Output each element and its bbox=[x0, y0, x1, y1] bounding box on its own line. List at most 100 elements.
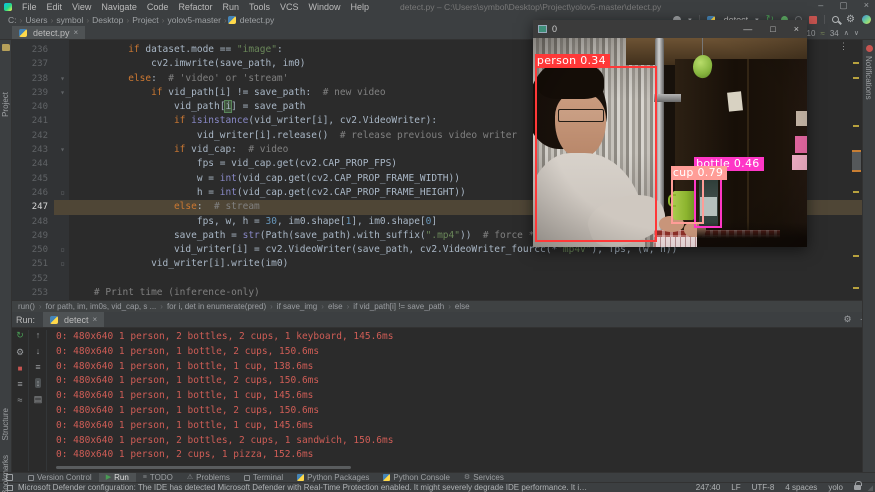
line-number: 239 bbox=[12, 86, 54, 100]
sidebar-item-notifications[interactable]: Notifications bbox=[864, 56, 873, 100]
menu-file[interactable]: File bbox=[17, 2, 42, 12]
close-run-tab-icon[interactable]: × bbox=[93, 315, 98, 324]
status-bar: Microsoft Defender configuration: The ID… bbox=[0, 482, 875, 492]
search-icon[interactable] bbox=[832, 16, 839, 23]
run-tab-detect[interactable]: detect × bbox=[43, 312, 104, 327]
sidebar-item-structure[interactable]: Structure bbox=[1, 408, 10, 440]
opencv-video-window[interactable]: 0 — □ × bbox=[533, 20, 807, 247]
avatar[interactable] bbox=[862, 15, 871, 24]
status-message[interactable]: Microsoft Defender configuration: The ID… bbox=[18, 483, 588, 492]
window-title: detect.py – C:\Users\symbol\Desktop\Proj… bbox=[400, 2, 661, 12]
gutter-spacer bbox=[54, 272, 71, 286]
editor-options-icon[interactable]: ⋮ bbox=[839, 42, 848, 52]
print-icon[interactable]: ▤ bbox=[34, 394, 43, 405]
context-crumb[interactable]: run() bbox=[18, 302, 35, 311]
toolwindow-terminal[interactable]: Terminal bbox=[237, 473, 290, 482]
clear-console-icon[interactable]: ≈ bbox=[18, 395, 23, 405]
resize-grip[interactable]: ◢ bbox=[868, 484, 873, 492]
rerun-icon[interactable]: ↻ bbox=[16, 330, 24, 341]
context-crumb[interactable]: for path, im, im0s, vid_cap, s ... bbox=[46, 302, 157, 311]
python-icon bbox=[297, 474, 304, 481]
menu-code[interactable]: Code bbox=[142, 2, 174, 12]
console-line: 0: 480x640 1 person, 2 bottles, 2 cups, … bbox=[56, 434, 865, 449]
maximize-icon[interactable]: ▢ bbox=[839, 0, 848, 11]
line-separator[interactable]: LF bbox=[731, 483, 740, 492]
file-encoding[interactable]: UTF-8 bbox=[752, 483, 775, 492]
editor-scrollbar[interactable] bbox=[852, 150, 861, 172]
toolwindow-python-console[interactable]: Python Console bbox=[376, 473, 456, 482]
up-stack-icon[interactable]: ↑ bbox=[36, 330, 41, 340]
toolwindow-problems[interactable]: ⚠Problems bbox=[180, 473, 237, 482]
context-crumb[interactable]: if save_img bbox=[277, 302, 317, 311]
menu-window[interactable]: Window bbox=[304, 2, 346, 12]
sidebar-item-bookmarks[interactable]: Bookmarks bbox=[1, 455, 10, 492]
minimize-icon[interactable]: – bbox=[818, 0, 823, 11]
maximize-icon[interactable]: □ bbox=[770, 24, 775, 34]
menu-edit[interactable]: Edit bbox=[42, 2, 68, 12]
code-line[interactable]: 252 bbox=[12, 272, 862, 286]
panel-settings-icon[interactable]: ⚙ bbox=[844, 314, 852, 325]
menu-tools[interactable]: Tools bbox=[244, 2, 275, 12]
menu-run[interactable]: Run bbox=[217, 2, 244, 12]
project-folder-icon[interactable] bbox=[2, 44, 10, 51]
edit-config-icon[interactable]: ⚙ bbox=[16, 347, 24, 358]
context-crumb[interactable]: else bbox=[328, 302, 343, 311]
line-number: 244 bbox=[12, 157, 54, 171]
interpreter[interactable]: yolo bbox=[828, 483, 843, 492]
video-window-title: 0 bbox=[552, 24, 557, 34]
typo-count: 34 bbox=[830, 29, 839, 38]
tab-detect-py[interactable]: detect.py × bbox=[12, 26, 85, 39]
code-line[interactable]: 251▫ vid_writer[i].write(im0) bbox=[12, 257, 862, 271]
code-line[interactable]: 253 # Print time (inference-only) bbox=[12, 286, 862, 300]
gear-icon[interactable]: ⚙ bbox=[846, 15, 855, 25]
close-icon[interactable]: × bbox=[864, 0, 869, 11]
close-icon[interactable]: × bbox=[794, 24, 799, 34]
stop-button[interactable] bbox=[809, 16, 817, 24]
toolwindow-run[interactable]: ▶Run bbox=[99, 473, 136, 482]
breadcrumb-item[interactable]: Desktop bbox=[90, 15, 125, 25]
caret-position[interactable]: 247:40 bbox=[696, 483, 720, 492]
close-tab-icon[interactable]: × bbox=[74, 28, 79, 37]
context-crumb[interactable]: if vid_path[i] != save_path bbox=[353, 302, 444, 311]
down-stack-icon[interactable]: ↓ bbox=[36, 346, 41, 356]
lock-icon[interactable] bbox=[854, 485, 861, 490]
console-line: 0: 480x640 1 person, 2 cups, 1 pizza, 15… bbox=[56, 448, 865, 463]
console-hscrollbar[interactable] bbox=[56, 466, 351, 469]
breadcrumb-item[interactable]: yolov5-master bbox=[166, 15, 223, 25]
context-crumb[interactable]: for i, det in enumerate(pred) bbox=[167, 302, 266, 311]
menu-navigate[interactable]: Navigate bbox=[96, 2, 142, 12]
menu-refactor[interactable]: Refactor bbox=[173, 2, 217, 12]
scroll-to-end-icon[interactable]: ↕ bbox=[35, 378, 42, 388]
menu-view[interactable]: View bbox=[67, 2, 96, 12]
toolwindow-todo[interactable]: ≡TODO bbox=[136, 473, 180, 482]
menu-help[interactable]: Help bbox=[346, 2, 375, 12]
run-toolbar: ↻ ⚙ ■ ≡ ≈ bbox=[12, 330, 29, 471]
breadcrumb-separator: › bbox=[156, 302, 167, 311]
lock-gutter-icon: ▫ bbox=[54, 186, 71, 200]
next-issue-icon[interactable]: ∨ bbox=[854, 29, 859, 37]
line-number: 249 bbox=[12, 229, 54, 243]
soft-wrap-icon[interactable]: ≡ bbox=[35, 362, 40, 372]
gutter-spacer bbox=[54, 129, 71, 143]
stop-icon[interactable]: ■ bbox=[18, 364, 23, 373]
breadcrumb-item[interactable]: Project bbox=[130, 15, 160, 25]
breadcrumb-item[interactable]: C: bbox=[6, 15, 19, 25]
indent-style[interactable]: 4 spaces bbox=[785, 483, 817, 492]
webcam-frame: person 0.34bottle 0.46cup 0.79 bbox=[533, 38, 807, 247]
breadcrumb-item[interactable]: detect.py bbox=[238, 15, 277, 25]
prev-issue-icon[interactable]: ∧ bbox=[844, 29, 849, 37]
toolwindow-services[interactable]: ⚙Services bbox=[457, 473, 511, 482]
breadcrumb-item[interactable]: symbol bbox=[54, 15, 85, 25]
sidebar-item-project[interactable]: Project bbox=[1, 92, 10, 117]
toolwindow-label: Services bbox=[473, 473, 504, 482]
notifications-icon[interactable] bbox=[866, 45, 873, 52]
dump-threads-icon[interactable]: ≡ bbox=[17, 379, 22, 389]
context-crumb[interactable]: else bbox=[455, 302, 470, 311]
toolwindow-python-packages[interactable]: Python Packages bbox=[290, 473, 376, 482]
run-console[interactable]: ↻ ⚙ ■ ≡ ≈ ↑ ↓ ≡ ↕ ▤ 0: 480x640 1 person,… bbox=[12, 328, 875, 471]
opencv-window-icon bbox=[538, 25, 547, 33]
toolwindow-version-control[interactable]: Version Control bbox=[21, 473, 99, 482]
menu-vcs[interactable]: VCS bbox=[275, 2, 304, 12]
minimize-icon[interactable]: — bbox=[743, 24, 752, 34]
breadcrumb-item[interactable]: Users bbox=[23, 15, 49, 25]
